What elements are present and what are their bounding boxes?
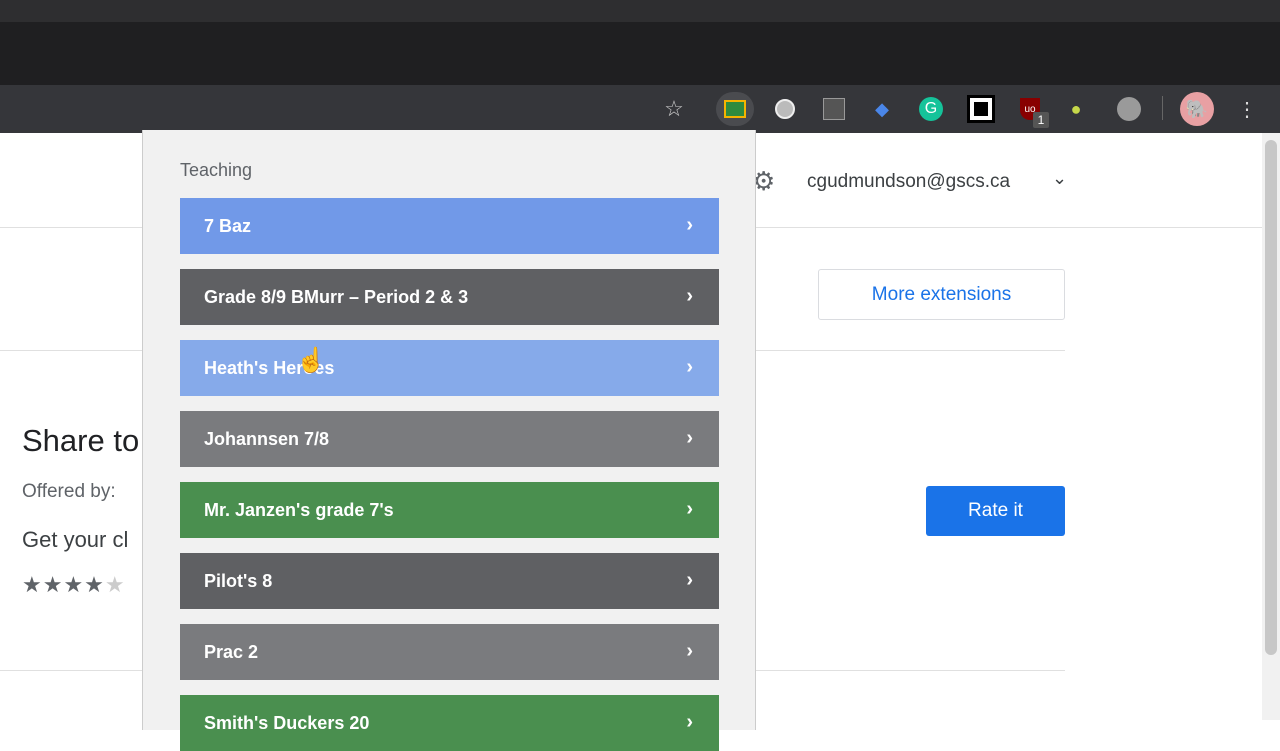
profile-avatar[interactable]: 🐘: [1180, 92, 1214, 126]
chevron-right-icon: ›: [686, 356, 693, 378]
class-item[interactable]: 7 Baz ›: [180, 198, 719, 254]
class-label: Mr. Janzen's grade 7's: [204, 499, 394, 520]
class-label: Prac 2: [204, 641, 259, 662]
class-item[interactable]: Smith's Duckers 20 ›: [180, 695, 719, 751]
class-item[interactable]: Mr. Janzen's grade 7's ›: [180, 482, 719, 538]
extension-description: Get your cl: [22, 527, 129, 552]
chevron-right-icon: ›: [686, 640, 693, 662]
popup-heading: Teaching: [180, 160, 253, 180]
more-extensions-button[interactable]: More extensions: [818, 269, 1065, 320]
scrollbar-thumb[interactable]: [1265, 140, 1277, 655]
class-item[interactable]: Prac 2 ›: [180, 624, 719, 680]
chevron-right-icon: ›: [686, 711, 693, 733]
toolbar-divider: [1162, 96, 1163, 120]
class-item[interactable]: Pilot's 8 ›: [180, 553, 719, 609]
pear-deck-icon[interactable]: ●: [1063, 96, 1089, 122]
extension-cap-icon[interactable]: ◆: [869, 96, 895, 122]
class-item[interactable]: Grade 8/9 BMurr – Period 2 & 3 ›: [180, 269, 719, 325]
class-label: Smith's Duckers 20: [204, 712, 370, 733]
tab-strip: [0, 22, 1280, 85]
chevron-right-icon: ›: [686, 498, 693, 520]
class-label: Pilot's 8: [204, 570, 273, 591]
chevron-right-icon: ›: [686, 285, 693, 307]
window-title-bar: [0, 0, 1280, 22]
hand-cursor-icon: ☝: [296, 347, 326, 374]
chevron-right-icon: ›: [686, 569, 693, 591]
classroom-popup: Teaching 7 Baz › Grade 8/9 BMurr – Period …: [142, 130, 756, 751]
extension-square-icon[interactable]: [967, 95, 995, 123]
class-label: Grade 8/9 BMurr – Period 2 & 3: [204, 286, 469, 307]
extension-circle-icon[interactable]: [772, 96, 798, 122]
extension-title: Share to: [22, 423, 140, 458]
extension-chart-icon[interactable]: [1116, 96, 1142, 122]
account-email[interactable]: cgudmundson@gscs.ca: [807, 171, 1010, 193]
chevron-right-icon: ›: [686, 427, 693, 449]
google-classroom-icon[interactable]: [716, 92, 754, 126]
rate-it-button[interactable]: Rate it: [926, 486, 1065, 536]
class-label: Johannsen 7/8: [204, 428, 330, 449]
class-item[interactable]: Heath's Heroes ›: [180, 340, 719, 396]
class-label: 7 Baz: [204, 215, 252, 236]
extension-globe-icon[interactable]: [821, 96, 847, 122]
chevron-down-icon[interactable]: ⌄: [1052, 168, 1067, 189]
class-item[interactable]: Johannsen 7/8 ›: [180, 411, 719, 467]
star-icon[interactable]: ☆: [661, 96, 687, 122]
grammarly-icon[interactable]: G: [918, 96, 944, 122]
menu-icon[interactable]: ⋮: [1234, 96, 1260, 122]
rating-stars: ★★★★★: [22, 572, 126, 597]
ublock-badge: 1: [1033, 112, 1049, 128]
offered-by: Offered by:: [22, 481, 116, 502]
chevron-right-icon: ›: [686, 214, 693, 236]
